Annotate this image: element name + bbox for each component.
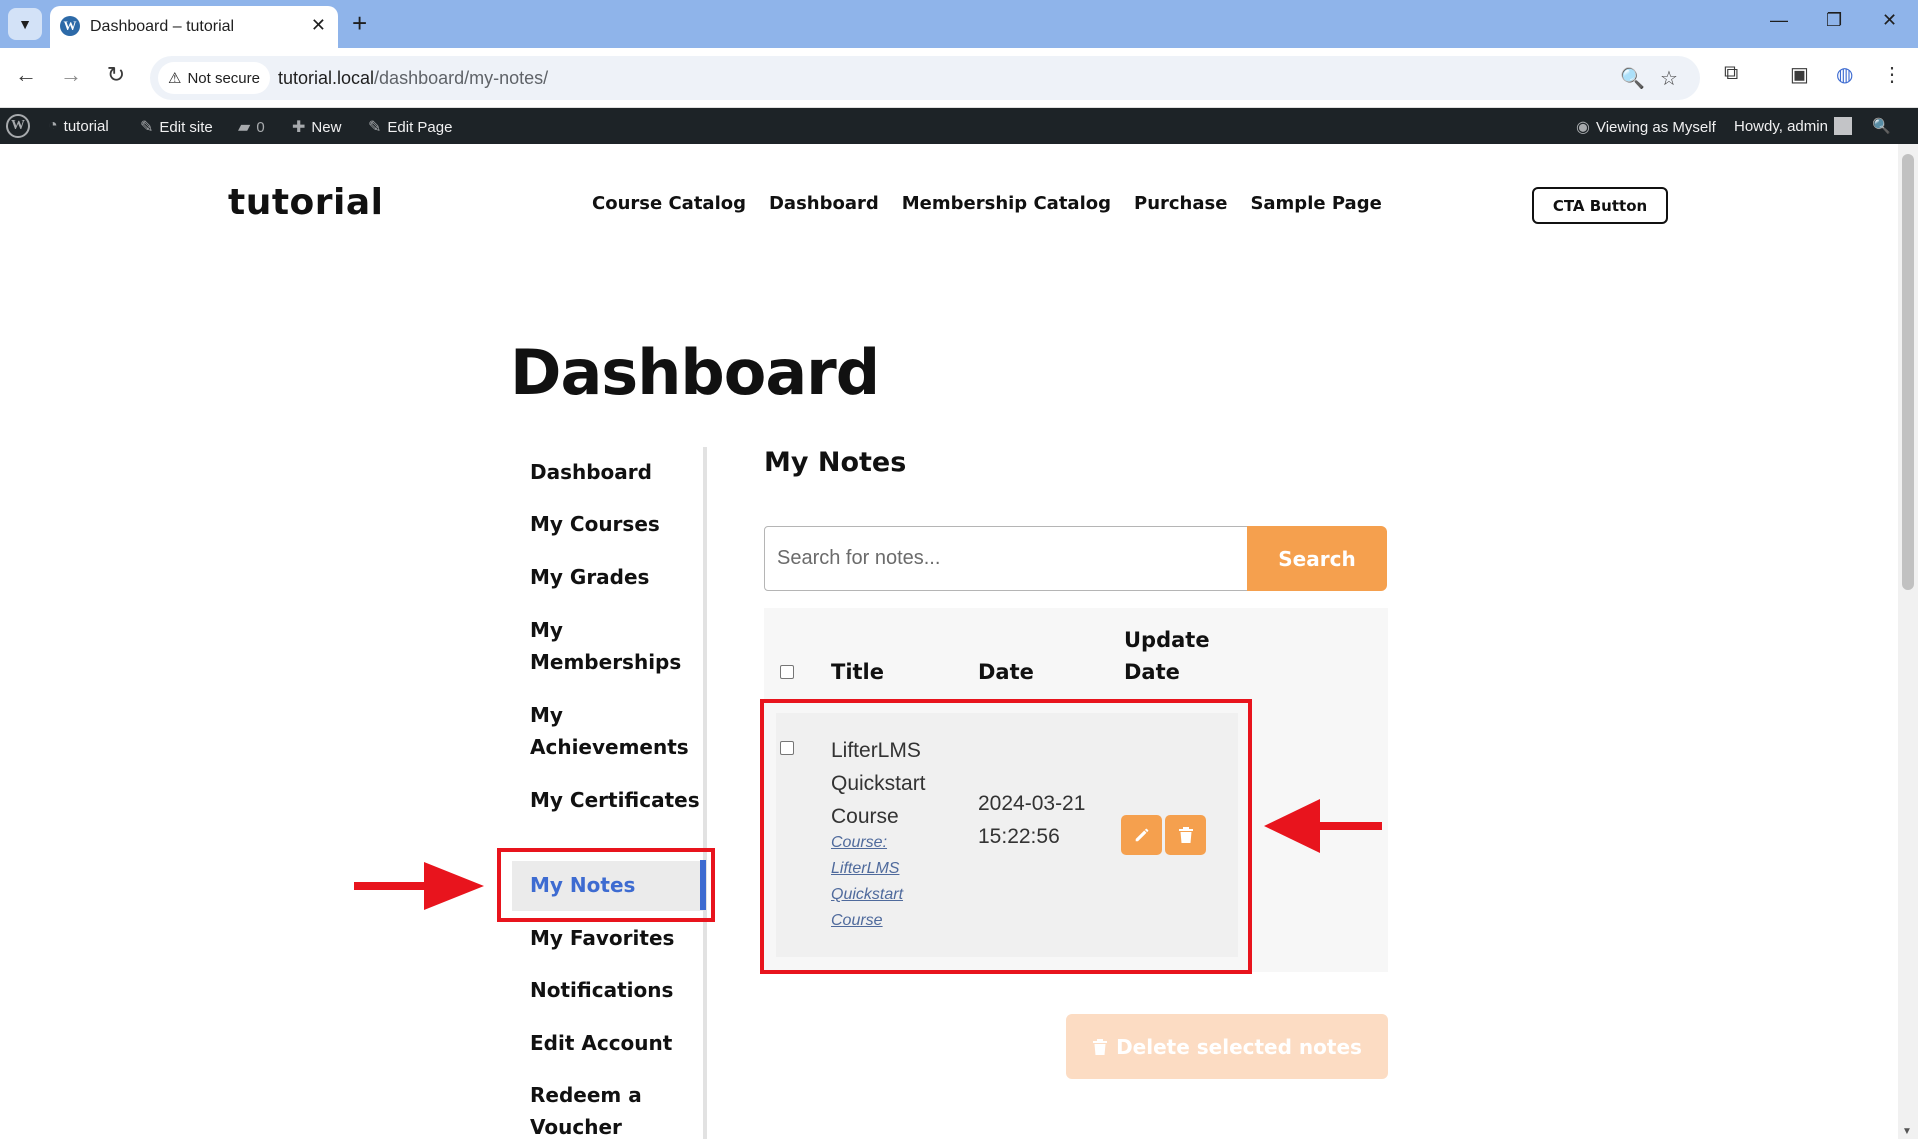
annotation-arrow-right bbox=[354, 862, 484, 910]
sidebar-item-redeem-voucher[interactable]: Redeem a Voucher bbox=[530, 1079, 700, 1143]
edit-page-label: Edit Page bbox=[387, 118, 453, 136]
sidebar-item-dashboard[interactable]: Dashboard bbox=[530, 456, 700, 488]
comments-link[interactable]: ▰ 0 bbox=[238, 117, 265, 137]
tab-title: Dashboard – tutorial bbox=[90, 18, 235, 35]
edit-site-icon: ✎ bbox=[140, 119, 154, 136]
close-window-icon[interactable]: ✕ bbox=[1882, 10, 1897, 31]
view-icon: ◉ bbox=[1576, 119, 1590, 136]
nav-membership-catalog[interactable]: Membership Catalog bbox=[902, 193, 1111, 214]
plus-icon: ✚ bbox=[292, 119, 306, 136]
sidebar-item-my-courses[interactable]: My Courses bbox=[530, 508, 700, 540]
sidebar-item-my-memberships[interactable]: My Memberships bbox=[530, 614, 700, 678]
sidebar-item-edit-account[interactable]: Edit Account bbox=[530, 1027, 700, 1059]
cta-button[interactable]: CTA Button bbox=[1532, 187, 1668, 224]
scroll-down-icon[interactable]: ▼ bbox=[1902, 1126, 1912, 1137]
chevron-down-icon: ▼ bbox=[18, 16, 32, 32]
wordpress-favicon-icon: W bbox=[60, 16, 80, 36]
column-date: Date bbox=[978, 660, 1034, 684]
nav-purchase[interactable]: Purchase bbox=[1134, 193, 1227, 214]
security-chip[interactable]: ⚠ Not secure bbox=[158, 62, 270, 94]
sidebar-icon[interactable]: ▣ bbox=[1790, 62, 1809, 87]
notes-search-input[interactable] bbox=[764, 526, 1248, 591]
new-content-link[interactable]: ✚ New bbox=[292, 117, 341, 137]
site-title[interactable]: tutorial bbox=[228, 182, 384, 223]
zoom-icon[interactable]: 🔍 bbox=[1620, 66, 1645, 91]
new-label: New bbox=[311, 118, 342, 136]
warning-icon: ⚠ bbox=[168, 70, 182, 87]
menu-dots-icon[interactable]: ⋮ bbox=[1882, 62, 1902, 87]
sidebar-item-my-grades[interactable]: My Grades bbox=[530, 561, 700, 593]
nav-course-catalog[interactable]: Course Catalog bbox=[592, 193, 746, 214]
dashboard-icon: ◔ bbox=[48, 117, 58, 134]
back-icon[interactable]: ← bbox=[10, 62, 42, 88]
delete-selected-label: Delete selected notes bbox=[1116, 1034, 1362, 1059]
column-title: Title bbox=[831, 660, 885, 684]
edit-page-link[interactable]: ✎ Edit Page bbox=[368, 117, 452, 137]
admin-site-name: tutorial bbox=[63, 117, 109, 135]
restore-icon[interactable]: ❐ bbox=[1826, 10, 1842, 31]
address-bar[interactable]: ⚠ Not secure tutorial.local/dashboard/my… bbox=[150, 56, 1700, 100]
admin-search-icon[interactable]: 🔍 bbox=[1872, 117, 1891, 135]
howdy-label: Howdy, admin bbox=[1734, 117, 1828, 135]
pencil-icon: ✎ bbox=[368, 119, 382, 136]
close-tab-icon[interactable]: ✕ bbox=[311, 15, 326, 36]
viewing-as-label: Viewing as Myself bbox=[1595, 118, 1716, 136]
annotation-box-note-row bbox=[760, 699, 1252, 974]
delete-selected-notes-button[interactable]: Delete selected notes bbox=[1066, 1014, 1388, 1079]
dashboard-sidebar: Dashboard My Courses My Grades My Member… bbox=[505, 447, 709, 1139]
nav-sample-page[interactable]: Sample Page bbox=[1250, 193, 1381, 214]
select-all-checkbox[interactable] bbox=[780, 665, 794, 679]
reload-icon[interactable]: ↻ bbox=[100, 62, 132, 88]
account-link[interactable]: Howdy, admin bbox=[1734, 117, 1852, 135]
site-navigation: Course Catalog Dashboard Membership Cata… bbox=[592, 193, 1382, 214]
comments-count: 0 bbox=[256, 118, 265, 136]
trash-icon bbox=[1093, 1038, 1108, 1055]
star-icon[interactable]: ☆ bbox=[1660, 66, 1678, 91]
annotation-arrow-left bbox=[1264, 799, 1382, 853]
scrollbar-thumb[interactable] bbox=[1902, 154, 1914, 590]
column-update-date: Update Date bbox=[1124, 628, 1210, 684]
browser-toolbar: ← → ↻ ⚠ Not secure tutorial.local/dashbo… bbox=[0, 48, 1918, 108]
search-button[interactable]: Search bbox=[1247, 526, 1387, 591]
extensions-icon[interactable]: ⧉ bbox=[1724, 62, 1738, 85]
nav-dashboard[interactable]: Dashboard bbox=[769, 193, 879, 214]
annotation-box-my-notes bbox=[497, 848, 715, 922]
browser-tab[interactable]: W Dashboard – tutorial ✕ bbox=[50, 6, 338, 48]
sidebar-divider bbox=[703, 447, 707, 1139]
forward-icon[interactable]: → bbox=[55, 62, 87, 88]
url-text: tutorial.local/dashboard/my-notes/ bbox=[278, 68, 548, 89]
sidebar-item-my-certificates[interactable]: My Certificates bbox=[530, 784, 700, 816]
admin-site-link[interactable]: ◔ tutorial bbox=[48, 117, 109, 135]
tab-search-button[interactable]: ▼ bbox=[8, 8, 42, 40]
avatar bbox=[1833, 117, 1852, 135]
url-path: /dashboard/my-notes/ bbox=[374, 68, 549, 88]
viewing-as-link[interactable]: ◉ Viewing as Myself bbox=[1576, 117, 1716, 137]
sidebar-item-notifications[interactable]: Notifications bbox=[530, 974, 700, 1006]
page-scrollbar[interactable]: ▼ bbox=[1898, 144, 1918, 1139]
sidebar-item-my-achievements[interactable]: My Achievements bbox=[530, 699, 700, 763]
minimize-icon[interactable]: — bbox=[1770, 10, 1788, 31]
page-title: Dashboard bbox=[510, 336, 880, 409]
browser-tab-bar: ▼ W Dashboard – tutorial ✕ + — ❐ ✕ bbox=[0, 0, 1918, 48]
security-label: Not secure bbox=[187, 69, 260, 87]
wordpress-icon[interactable]: W bbox=[6, 114, 30, 138]
url-host: tutorial.local bbox=[278, 68, 375, 88]
comment-icon: ▰ bbox=[238, 119, 251, 136]
new-tab-button[interactable]: + bbox=[352, 8, 367, 38]
edit-site-link[interactable]: ✎ Edit site bbox=[140, 117, 213, 137]
profile-icon[interactable]: ◍ bbox=[1836, 62, 1853, 87]
edit-site-label: Edit site bbox=[159, 118, 213, 136]
sidebar-item-my-favorites[interactable]: My Favorites bbox=[530, 922, 700, 954]
notes-heading: My Notes bbox=[764, 447, 907, 478]
wp-admin-bar: W ◔ tutorial ✎ Edit site ▰ 0 ✚ New ✎ Edi… bbox=[0, 108, 1918, 144]
